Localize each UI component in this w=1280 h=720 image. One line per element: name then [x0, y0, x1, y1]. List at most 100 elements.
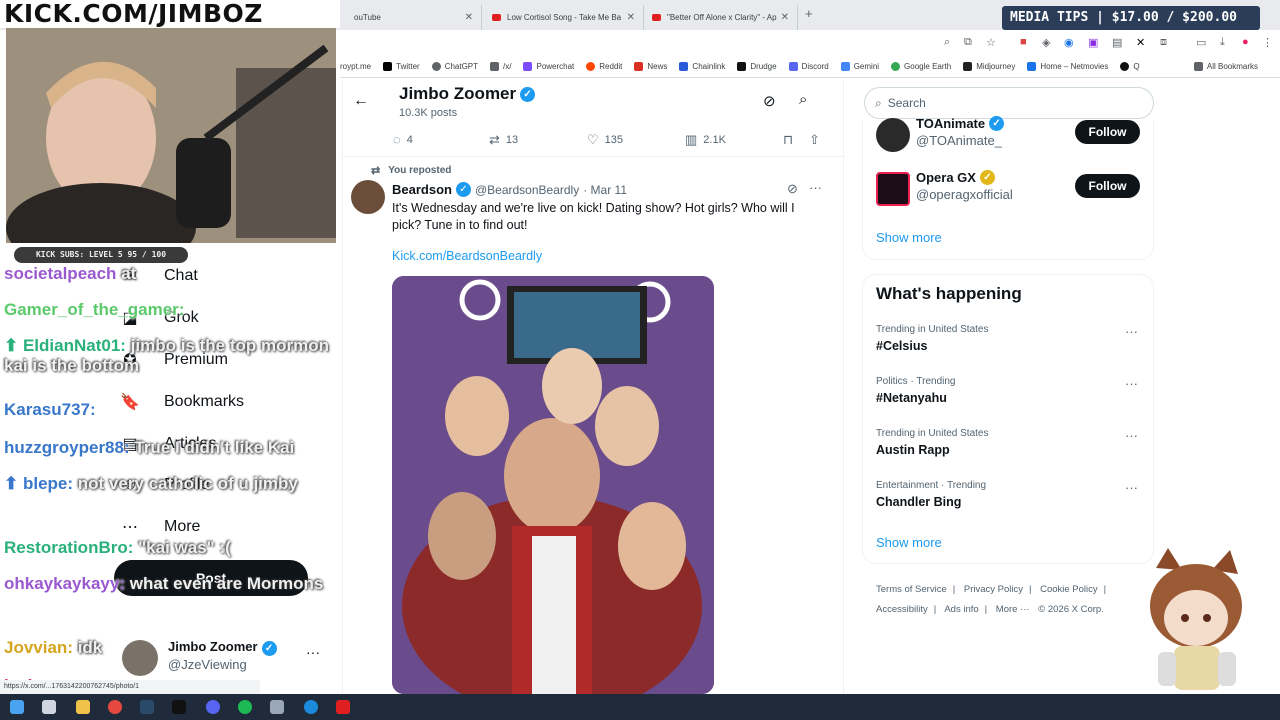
- grok-icon[interactable]: ⊘: [787, 181, 798, 197]
- more-options-icon[interactable]: ···: [809, 180, 822, 195]
- menu-icon[interactable]: ⋮: [1262, 36, 1273, 49]
- suggestion-handle[interactable]: @operagxofficial: [916, 187, 1013, 202]
- tab-youtube[interactable]: ouTube ✕: [346, 5, 482, 30]
- avatar-icon[interactable]: ●: [1242, 36, 1249, 48]
- spotify-icon[interactable]: [238, 700, 252, 714]
- account-switcher[interactable]: Jimbo Zoomer ✓ @JzeViewing ···: [122, 636, 332, 680]
- repost-button[interactable]: ⇄ 13: [489, 132, 518, 148]
- new-tab-button[interactable]: +: [805, 6, 813, 21]
- start-icon[interactable]: [10, 700, 24, 714]
- bookmark-item[interactable]: /x/: [490, 62, 511, 71]
- nav-grok[interactable]: ◪ Grok: [120, 303, 198, 333]
- trend-item[interactable]: Entertainment · Trending Chandler Bing ·…: [876, 480, 1146, 520]
- nav-articles[interactable]: ▤ Articles: [120, 429, 216, 459]
- footer-link[interactable]: Accessibility: [876, 604, 928, 615]
- nav-chat[interactable]: ✉ Chat: [120, 261, 198, 291]
- zoom-icon[interactable]: ⌕: [944, 36, 950, 49]
- tweet-author-name[interactable]: Beardson: [392, 182, 452, 197]
- views-button[interactable]: ▥ 2.1K: [685, 132, 726, 148]
- avatar[interactable]: [351, 180, 385, 214]
- trend-item[interactable]: Trending in United States #Celsius ···: [876, 324, 1146, 364]
- follow-button[interactable]: Follow: [1075, 174, 1140, 198]
- bookmark-item[interactable]: News: [634, 62, 667, 71]
- downloads-icon[interactable]: ⤓: [1220, 36, 1225, 49]
- x-icon[interactable]: ✕: [1136, 36, 1145, 49]
- all-bookmarks-button[interactable]: All Bookmarks: [1193, 62, 1258, 71]
- close-tab-icon[interactable]: ✕: [465, 12, 473, 23]
- extension-icon[interactable]: ◈: [1042, 36, 1050, 49]
- bookmark-item[interactable]: Chainlink: [679, 62, 725, 71]
- tweet-image[interactable]: [392, 276, 714, 694]
- trend-item[interactable]: Trending in United States Austin Rapp ··…: [876, 428, 1146, 468]
- sidepanel-icon[interactable]: ▭: [1196, 36, 1206, 49]
- opera-gx-icon[interactable]: [876, 172, 910, 206]
- bookmark-item[interactable]: Midjourney: [963, 62, 1015, 71]
- more-options-icon[interactable]: ···: [1125, 324, 1138, 339]
- nav-profile[interactable]: ☺ Profile: [120, 470, 210, 500]
- close-tab-icon[interactable]: ✕: [627, 12, 635, 23]
- app-icon[interactable]: [304, 700, 318, 714]
- footer-link[interactable]: Terms of Service: [876, 584, 947, 595]
- extension-icon[interactable]: ◉: [1064, 36, 1074, 49]
- bookmark-item[interactable]: Gemini: [840, 62, 879, 71]
- close-tab-icon[interactable]: ✕: [781, 12, 789, 23]
- like-button[interactable]: ♡ 135: [587, 132, 623, 148]
- bookmark-item[interactable]: Google Earth: [891, 62, 951, 71]
- puzzle-icon[interactable]: ⧈: [1160, 36, 1167, 49]
- trend-item[interactable]: Politics · Trending #Netanyahu ···: [876, 376, 1146, 416]
- tweet-date[interactable]: · Mar 11: [583, 183, 627, 197]
- app-icon[interactable]: [270, 700, 284, 714]
- tweet-link[interactable]: Kick.com/BeardsonBeardly: [392, 249, 542, 263]
- suggestion-name[interactable]: TOAnimate: [916, 116, 985, 131]
- suggestion-handle[interactable]: @TOAnimate_: [916, 133, 1002, 148]
- tab-better-off-alone[interactable]: "Better Off Alone x Clarity" - Ap ✕: [644, 5, 798, 30]
- bookmark-item[interactable]: roypt.me: [340, 62, 371, 71]
- discord-icon[interactable]: [206, 700, 220, 714]
- search-input[interactable]: ⌕ Search: [864, 87, 1154, 119]
- star-icon[interactable]: ☆: [986, 36, 996, 49]
- bookmark-item[interactable]: Twitter: [383, 62, 420, 71]
- footer-link[interactable]: More ···: [996, 604, 1030, 615]
- extension-icon[interactable]: ■: [1020, 36, 1027, 48]
- extension-icon[interactable]: ▣: [1088, 36, 1098, 49]
- reply-button[interactable]: ◌ 4: [393, 132, 413, 147]
- bookmark-item[interactable]: Q: [1120, 62, 1140, 71]
- follow-button[interactable]: Follow: [1075, 120, 1140, 144]
- search-icon[interactable]: ⌕: [799, 91, 807, 108]
- bookmark-item[interactable]: ChatGPT: [431, 62, 478, 71]
- footer-link[interactable]: Ads info: [944, 604, 978, 615]
- show-more-link[interactable]: Show more: [876, 230, 942, 245]
- show-more-link[interactable]: Show more: [876, 535, 942, 550]
- task-view-icon[interactable]: [42, 700, 56, 714]
- nav-more[interactable]: ⋯ More: [120, 512, 200, 542]
- back-arrow-icon[interactable]: ←: [353, 92, 369, 110]
- account-more-icon[interactable]: ···: [306, 644, 320, 660]
- nav-bookmarks[interactable]: 🔖 Bookmarks: [120, 387, 244, 417]
- bookmark-item[interactable]: Reddit: [586, 62, 622, 71]
- more-options-icon[interactable]: ···: [1125, 428, 1138, 443]
- nav-premium[interactable]: ✪ Premium: [120, 345, 228, 375]
- extension-icon[interactable]: ▤: [1112, 36, 1122, 49]
- suggestion-name[interactable]: Opera GX: [916, 170, 976, 185]
- more-options-icon[interactable]: ···: [1125, 376, 1138, 391]
- footer-link[interactable]: Cookie Policy: [1040, 584, 1098, 595]
- grok-icon[interactable]: ⊘: [763, 92, 776, 110]
- post-button[interactable]: Post: [114, 560, 308, 596]
- file-explorer-icon[interactable]: [76, 700, 90, 714]
- more-options-icon[interactable]: ···: [1125, 480, 1138, 495]
- tab-low-cortisol[interactable]: Low Cortisol Song - Take Me Ba ✕: [484, 5, 644, 30]
- obs-icon[interactable]: [336, 700, 350, 714]
- bookmark-item[interactable]: Home – Netmovies: [1027, 62, 1108, 71]
- bookmark-button[interactable]: ⊓: [783, 132, 799, 148]
- share-button[interactable]: ⇧: [809, 132, 826, 148]
- chrome-icon[interactable]: [108, 700, 122, 714]
- steam-icon[interactable]: [140, 700, 154, 714]
- footer-link[interactable]: Privacy Policy: [964, 584, 1023, 595]
- tweet-author-handle[interactable]: @BeardsonBeardly: [475, 183, 579, 197]
- bookmark-item[interactable]: Drudge: [737, 62, 777, 71]
- avatar[interactable]: [876, 118, 910, 152]
- cast-icon[interactable]: ⧉: [964, 36, 972, 49]
- bookmark-item[interactable]: Discord: [788, 62, 829, 71]
- bookmark-item[interactable]: Powerchat: [523, 62, 574, 71]
- terminal-icon[interactable]: [172, 700, 186, 714]
